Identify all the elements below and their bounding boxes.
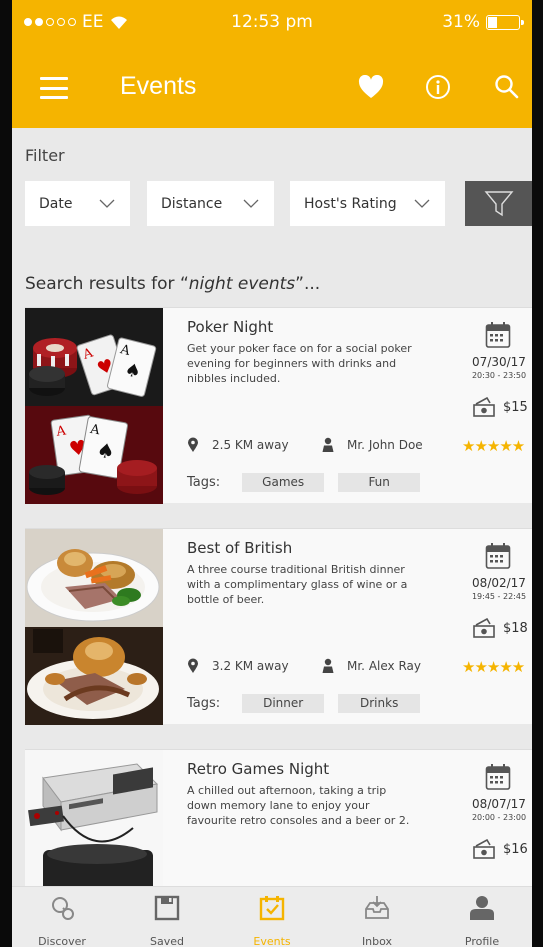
- chevron-down-icon: [414, 199, 430, 208]
- event-price: $16: [473, 839, 528, 859]
- event-host: Mr. Alex Ray: [322, 658, 421, 674]
- event-host: Mr. John Doe: [322, 437, 423, 453]
- money-icon: [473, 618, 495, 638]
- status-bar: EE 12:53 pm 31%: [12, 0, 532, 44]
- chevron-down-icon: [243, 199, 259, 208]
- phone-screen: EE 12:53 pm 31% Events Filter Date Dista…: [12, 0, 532, 947]
- tab-profile[interactable]: Profile: [432, 887, 532, 947]
- distance-dropdown[interactable]: Distance: [147, 181, 274, 226]
- tab-events[interactable]: Events: [222, 887, 322, 947]
- distance-value: 3.2 KM away: [212, 659, 289, 673]
- price-value: $18: [503, 620, 528, 636]
- discover-icon: [52, 897, 74, 920]
- event-time: 19:45 - 22:45: [471, 592, 527, 601]
- tags-label: Tags:: [187, 696, 221, 711]
- profile-icon: [470, 896, 494, 920]
- tab-label: Inbox: [361, 935, 393, 947]
- tag[interactable]: Drinks: [338, 694, 421, 713]
- event-image: [25, 529, 163, 725]
- event-description: A chilled out afternoon, taking a trip d…: [187, 784, 410, 827]
- calendar-icon: [485, 764, 511, 790]
- tab-inbox[interactable]: Inbox: [327, 887, 427, 947]
- filter-label: Filter: [25, 146, 65, 165]
- calendar-icon: [259, 896, 285, 921]
- chevron-down-icon: [99, 199, 115, 208]
- tab-label: Events: [253, 935, 291, 947]
- host-icon: [322, 658, 334, 673]
- tab-discover[interactable]: Discover: [12, 887, 112, 947]
- host-rating-dropdown-label: Host's Rating: [304, 195, 397, 212]
- distance-dropdown-label: Distance: [161, 195, 223, 212]
- event-tags: Tags: Games Fun: [187, 473, 421, 492]
- event-time: 20:30 - 23:50: [471, 371, 527, 380]
- host-rating-stars: ★★★★★: [462, 437, 525, 455]
- event-description: Get your poker face on for a social poke…: [187, 342, 412, 385]
- apply-filter-button[interactable]: [465, 181, 532, 226]
- location-pin-icon: [188, 658, 198, 673]
- event-image: A ♥ A ♠ A ♥ A ♠: [25, 308, 163, 504]
- event-time: 20:00 - 23:00: [471, 813, 527, 822]
- status-right: 31%: [442, 12, 524, 32]
- battery-icon: [486, 14, 524, 30]
- price-value: $16: [503, 841, 528, 857]
- host-name[interactable]: Mr. Alex Ray: [347, 659, 421, 673]
- tab-saved[interactable]: Saved: [117, 887, 217, 947]
- event-title[interactable]: Retro Games Night: [187, 760, 329, 778]
- calendar-icon: [485, 543, 511, 569]
- results-prefix: Search results for “: [25, 274, 189, 294]
- distance-value: 2.5 KM away: [212, 438, 289, 452]
- event-card[interactable]: Best of British A three course tradition…: [25, 528, 532, 725]
- event-title[interactable]: Poker Night: [187, 318, 273, 336]
- info-icon[interactable]: [424, 73, 452, 101]
- search-results-heading: Search results for “night events”...: [25, 274, 320, 294]
- event-distance: 3.2 KM away: [187, 658, 289, 674]
- date-dropdown[interactable]: Date: [25, 181, 130, 226]
- save-icon: [154, 895, 180, 921]
- event-card[interactable]: A ♥ A ♠ A ♥ A ♠ Poker Night Get your pok…: [25, 307, 532, 504]
- event-description: A three course traditional British dinne…: [187, 563, 408, 606]
- host-icon: [322, 437, 334, 452]
- event-price: $15: [473, 397, 528, 417]
- tag[interactable]: Fun: [338, 473, 421, 492]
- tab-label: Discover: [38, 935, 86, 947]
- tag[interactable]: Dinner: [242, 694, 325, 713]
- tab-label: Profile: [464, 935, 500, 947]
- tab-label: Saved: [150, 935, 184, 947]
- host-rating-dropdown[interactable]: Host's Rating: [290, 181, 445, 226]
- inbox-icon: [365, 896, 389, 919]
- event-date: 07/30/17: [472, 355, 526, 369]
- money-icon: [473, 839, 495, 859]
- page-title: Events: [120, 72, 197, 100]
- app-bar: Events: [12, 44, 532, 128]
- menu-icon[interactable]: [40, 77, 68, 99]
- tag[interactable]: Games: [242, 473, 325, 492]
- battery-percent: 31%: [442, 12, 480, 32]
- event-date: 08/07/17: [472, 797, 526, 811]
- event-price: $18: [473, 618, 528, 638]
- event-image: [25, 750, 163, 900]
- event-distance: 2.5 KM away: [187, 437, 289, 453]
- price-value: $15: [503, 399, 528, 415]
- location-pin-icon: [188, 437, 198, 452]
- tags-label: Tags:: [187, 475, 221, 490]
- event-tags: Tags: Dinner Drinks: [187, 694, 421, 713]
- event-title[interactable]: Best of British: [187, 539, 292, 557]
- search-icon[interactable]: [493, 73, 521, 101]
- heart-icon[interactable]: [357, 73, 385, 101]
- funnel-icon: [484, 190, 513, 216]
- host-name[interactable]: Mr. John Doe: [347, 438, 423, 452]
- results-suffix: ”...: [295, 274, 321, 294]
- event-date: 08/02/17: [472, 576, 526, 590]
- date-dropdown-label: Date: [39, 195, 73, 212]
- calendar-icon: [485, 322, 511, 348]
- money-icon: [473, 397, 495, 417]
- host-rating-stars: ★★★★★: [462, 658, 525, 676]
- results-query: night events: [188, 274, 296, 294]
- bottom-tab-bar: Discover Saved Events Inbox Profile: [12, 886, 532, 947]
- event-card[interactable]: Retro Games Night A chilled out afternoo…: [25, 749, 532, 900]
